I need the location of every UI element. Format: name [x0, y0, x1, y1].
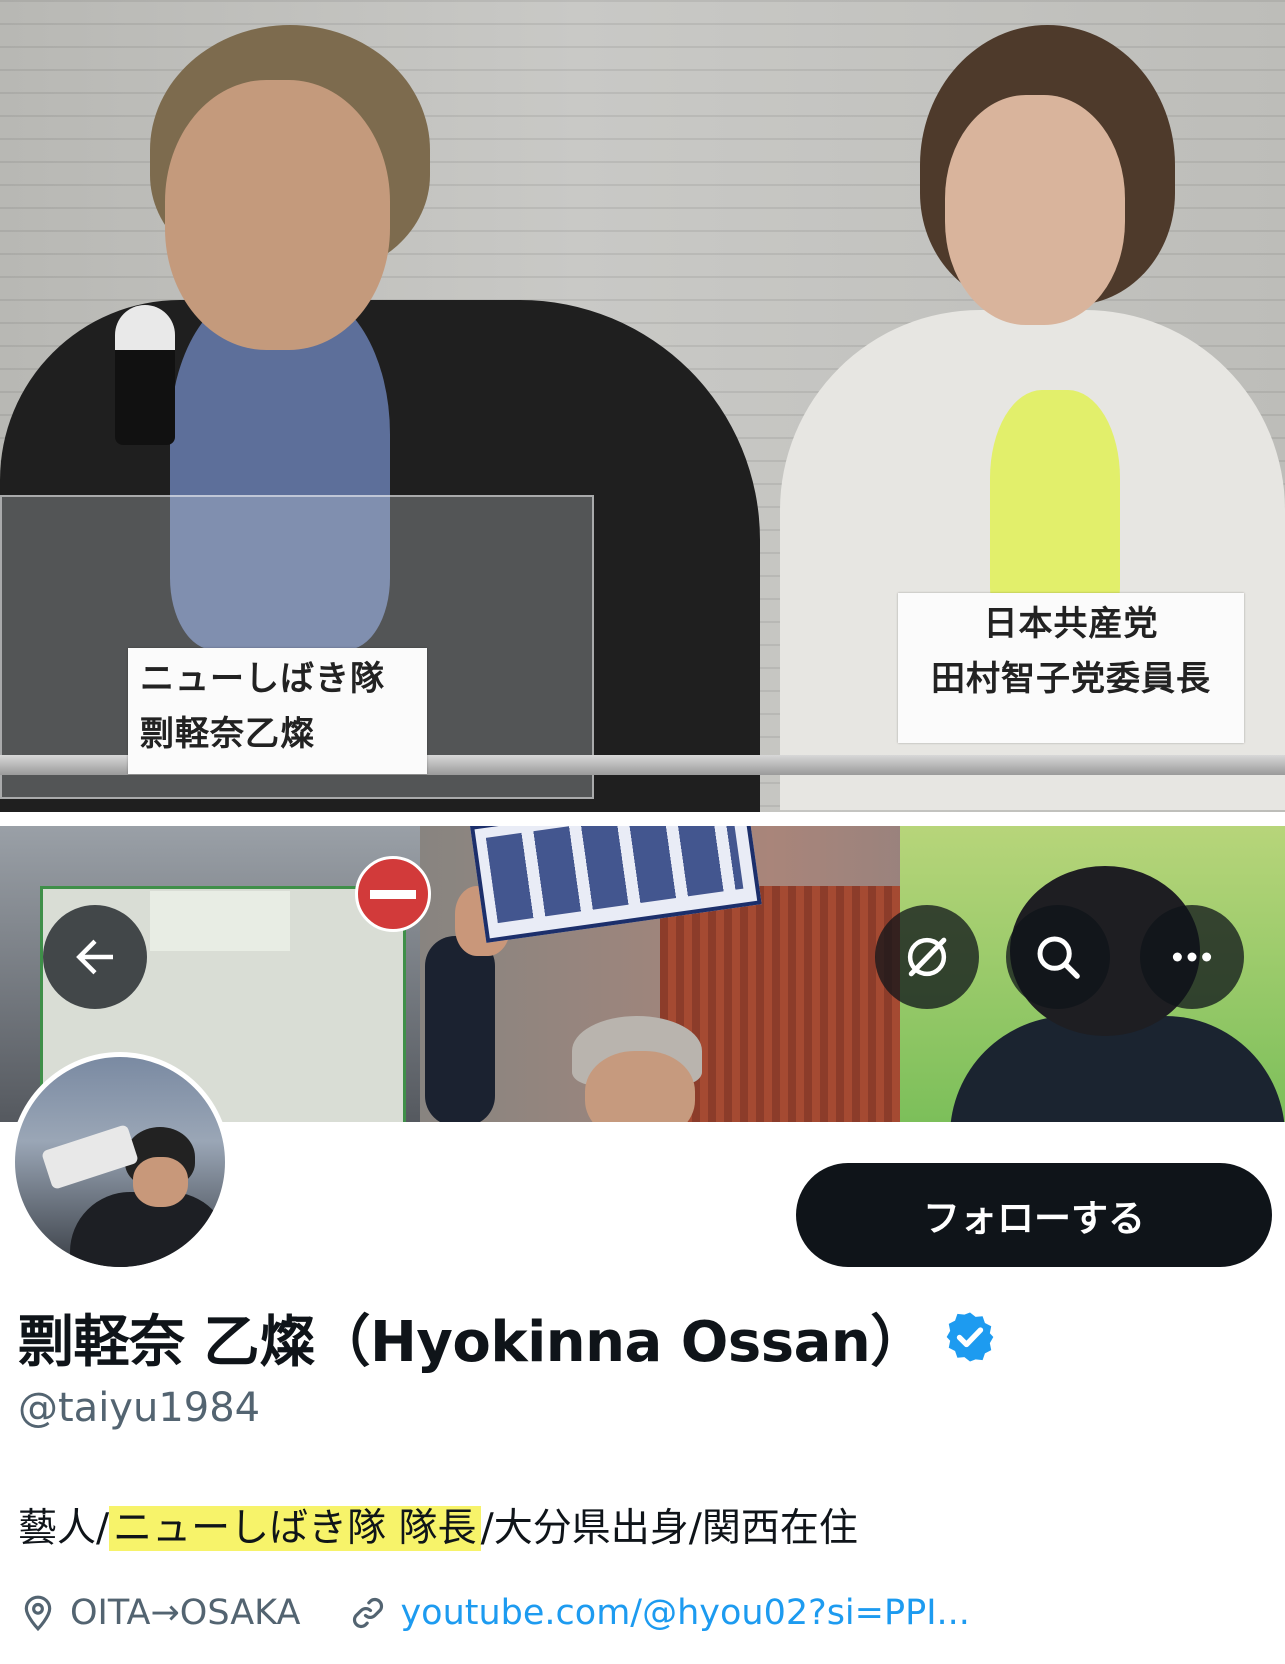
profile-meta: OITA→OSAKA youtube.com/@hyou02?si=PPI...	[18, 1585, 970, 1641]
caption-left: ニューしばき隊 剽軽奈乙燦	[128, 648, 427, 774]
display-name: 剽軽奈 乙燦（Hyokinna Ossan）	[18, 1309, 926, 1375]
back-button[interactable]	[43, 905, 147, 1009]
handle: @taiyu1984	[18, 1385, 261, 1431]
image-divider	[0, 812, 1285, 826]
arrow-left-icon	[76, 939, 113, 975]
speaker-face	[165, 80, 390, 350]
caption-left-line2: 剽軽奈乙燦	[140, 714, 315, 754]
caption-right-line1: 日本共産党	[983, 604, 1159, 644]
banner-no-entry-sign	[355, 856, 431, 932]
location-text: OITA→OSAKA	[70, 1593, 301, 1633]
verified-badge-icon[interactable]	[942, 1309, 998, 1365]
more-horizontal-icon	[1172, 952, 1212, 962]
politician-face	[945, 95, 1125, 325]
bio: 藝人/ニューしばき隊 隊長/大分県出身/関西在住	[18, 1500, 858, 1558]
banner-raised-arm	[425, 936, 495, 1122]
banner-person-face	[585, 1051, 695, 1122]
bio-part1: 藝人	[18, 1506, 97, 1551]
banner-red-building	[660, 886, 900, 1122]
search-icon	[1037, 936, 1080, 979]
avatar[interactable]	[10, 1052, 230, 1272]
location-pin-icon	[24, 1595, 52, 1632]
grok-button[interactable]	[875, 905, 979, 1009]
link-icon	[353, 1597, 384, 1629]
bio-highlight: ニューしばき隊 隊長	[109, 1506, 481, 1551]
politician-shirt	[990, 390, 1120, 610]
caption-left-line1: ニューしばき隊	[140, 659, 385, 699]
more-button[interactable]	[1140, 905, 1244, 1009]
search-button[interactable]	[1006, 905, 1110, 1009]
bio-part2: 大分県出身	[493, 1506, 689, 1551]
banner-speaker	[150, 891, 290, 951]
bio-sep3: /	[688, 1506, 702, 1551]
follow-button[interactable]: フォローする	[796, 1163, 1272, 1267]
bio-sep2: /	[480, 1506, 494, 1551]
grok-icon	[907, 937, 947, 977]
microphone	[115, 305, 175, 445]
bio-sep1: /	[96, 1506, 110, 1551]
caption-right-line2: 田村智子党委員長	[931, 659, 1211, 699]
avatar-megaphone	[41, 1124, 139, 1190]
name-row: 剽軽奈 乙燦（Hyokinna Ossan）	[18, 1297, 998, 1377]
website-link[interactable]: youtube.com/@hyou02?si=PPI...	[400, 1593, 969, 1633]
news-photo: ニューしばき隊 剽軽奈乙燦 日本共産党 田村智子党委員長	[0, 0, 1285, 812]
bio-part3: 関西在住	[701, 1506, 858, 1551]
caption-right: 日本共産党 田村智子党委員長	[898, 593, 1244, 743]
